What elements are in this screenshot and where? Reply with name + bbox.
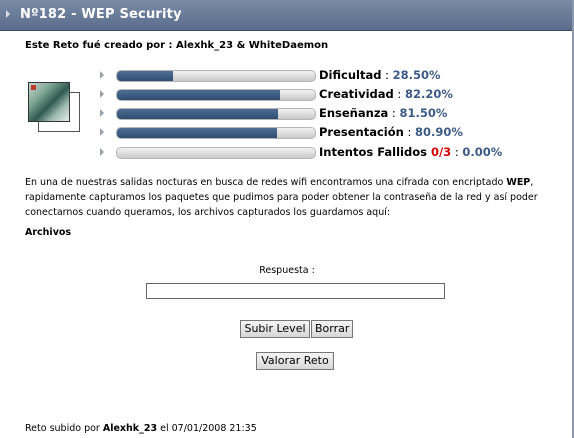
answer-input[interactable] [146,283,445,299]
files-heading: Archivos [25,227,72,238]
description-text: En una de nuestras salidas nocturas en b… [25,177,507,188]
title-arrow-icon [6,10,10,18]
arrow-icon [100,90,104,98]
stat-name: Intentos Fallidos [319,145,427,159]
arrow-icon [100,148,104,156]
created-by-line: Este Reto fué creado por : Alexhk_23 & W… [25,40,328,51]
created-by-prefix: Este Reto fué creado por : [25,40,176,51]
upload-info: Reto subido por Alexhk_23 el 07/01/2008 … [25,423,257,434]
rating-bar-fill [117,128,278,138]
arrow-icon [100,128,104,136]
stat-value: 82.20% [404,87,453,101]
rate-challenge-button[interactable]: Valorar Reto [256,352,334,370]
stat-value: 28.50% [392,68,441,82]
stat-label: Dificultad : 28.50% [319,68,441,82]
failed-attempts-count: 0/3 [430,145,452,159]
rating-bar [116,127,316,139]
rating-bar [116,147,316,159]
answer-label: Respuesta : [259,265,315,276]
challenge-image [28,82,70,122]
stat-name: Dificultad [319,68,382,82]
stat-row-creatividad: Creatividad : 82.20% [100,86,540,102]
stat-label: Enseñanza : 81.50% [319,106,448,120]
stat-row-dificultad: Dificultad : 28.50% [100,67,540,83]
stat-name: Presentación [319,125,404,139]
rating-bar [116,108,316,120]
clear-button[interactable]: Borrar [311,320,353,338]
upload-date: el 07/01/2008 21:35 [157,423,257,434]
description-highlight: WEP [506,177,531,188]
stat-label: Intentos Fallidos 0/3 : 0.00% [319,145,503,159]
stat-label: Presentación : 80.90% [319,125,463,139]
uploader-name: Alexhk_23 [102,423,158,434]
rating-bar-fill [117,90,280,100]
title-bar: Nº182 - WEP Security [0,0,572,31]
created-by-authors: Alexhk_23 & WhiteDaemon [176,40,329,51]
rating-bar [116,89,316,101]
stat-value: 81.50% [399,106,448,120]
rating-bar [116,70,316,82]
stat-row-ensenanza: Enseñanza : 81.50% [100,105,540,121]
stat-name: Enseñanza [319,106,389,120]
stat-value: 80.90% [415,125,463,139]
rating-bar-fill [117,71,174,81]
page-title: Nº182 - WEP Security [20,7,182,22]
stat-label: Creatividad : 82.20% [319,87,453,101]
stat-name: Creatividad [319,87,394,101]
stat-value: 0.00% [462,145,503,159]
rating-bar-fill [117,109,279,119]
stat-row-presentacion: Presentación : 80.90% [100,124,540,140]
submit-level-button[interactable]: Subir Level [240,320,310,338]
challenge-description: En una de nuestras salidas nocturas en b… [25,175,570,220]
upload-info-prefix: Reto subido por [25,423,103,434]
stat-row-intentos-fallidos: Intentos Fallidos 0/3 : 0.00% [100,144,540,160]
arrow-icon [100,109,104,117]
arrow-icon [100,71,104,79]
